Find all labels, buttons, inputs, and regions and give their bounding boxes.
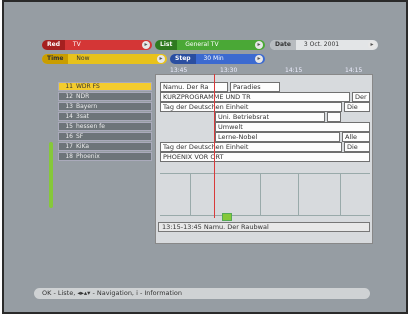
yellow-filter-tag: Time [42,54,69,64]
blue-filter[interactable]: Step 30 Min ▸ [170,54,265,64]
date-filter-tag: Date [270,40,296,50]
channel-number: 12 [65,93,73,100]
red-filter-tag: Red [42,40,65,50]
program-cell[interactable]: Alle [342,132,370,142]
grid-line [298,173,299,215]
program-cell[interactable]: Tag der Deutschen Einheit [160,142,342,152]
program-cell[interactable]: Uni. Betriebsrat [215,112,325,122]
date-filter[interactable]: Date 3 Oct. 2001 ▸ [270,40,378,50]
program-cell[interactable]: Paradies [230,82,280,92]
program-cell[interactable]: Die [344,142,370,152]
channel-name: SF [76,133,84,140]
program-cell[interactable]: Umwelt [215,122,370,132]
time-label: 14:15 [285,67,303,74]
channel-name: 3sat [76,113,89,120]
program-cell[interactable]: Lerne-Nobel [215,132,340,142]
program-cell[interactable] [327,112,341,122]
channel-number: 14 [65,113,73,120]
red-filter[interactable]: Red TV ▸ [42,40,152,50]
channel-name: WDR FS [76,83,100,90]
channel-item[interactable]: 16 SF [58,132,152,141]
tv-frame-bottom [2,312,408,314]
channel-item[interactable]: 18 Phoenix [58,152,152,161]
channel-number: 16 [65,133,73,140]
program-cell[interactable]: Tag der Deutschen Einheit [160,102,342,112]
chevron-icon: ▸ [368,41,376,49]
grid-line [260,173,261,215]
channel-name: hessen fe [76,123,105,130]
channel-number: 13 [65,103,73,110]
channel-item[interactable]: 17 KiKa [58,142,152,151]
time-label: 13:45 [170,67,188,74]
green-filter-tag: List [155,40,178,50]
green-filter[interactable]: List General TV ▸ [155,40,265,50]
chevron-icon: ▸ [255,41,263,49]
channel-number: 11 [65,83,73,90]
program-cell[interactable]: PHOENIX VOR ORT [160,152,370,162]
channel-item[interactable]: 14 3sat [58,112,152,121]
program-cell[interactable]: Der [352,92,370,102]
green-filter-value: General TV [185,41,219,48]
red-filter-value: TV [72,41,81,48]
channel-name: Bayern [76,103,98,110]
channel-name: NDR [76,93,90,100]
program-cell[interactable]: KURZPROGRAMME UND TR [160,92,350,102]
time-label: 14:15 [345,67,363,74]
channel-name: KiKa [76,143,90,150]
program-cell[interactable]: Die [344,102,370,112]
channel-number: 18 [65,153,73,160]
channel-item[interactable]: 11 WDR FS [58,82,152,91]
channel-number: 15 [65,123,73,130]
date-filter-value: 3 Oct. 2001 [303,41,340,48]
grid-line [190,173,191,215]
time-slider-handle[interactable] [222,213,232,221]
channel-item[interactable]: 15 hessen fe [58,122,152,131]
channel-item[interactable]: 12 NDR [58,92,152,101]
yellow-filter-value: Now [76,55,90,62]
key-hint-bar: OK - Liste, ◂▸▴▾ - Navigation, i - Infor… [34,288,370,299]
blue-filter-tag: Step [170,54,196,64]
chevron-icon: ▸ [142,41,150,49]
time-label: 13:30 [220,67,238,74]
channel-name: Phoenix [76,153,100,160]
chevron-icon: ▸ [157,55,165,63]
grid-line [160,215,370,216]
current-time-indicator [214,74,215,218]
channel-item[interactable]: 13 Bayern [58,102,152,111]
grid-line [160,173,370,174]
scrollbar[interactable] [49,142,53,208]
grid-line [340,173,341,215]
yellow-filter[interactable]: Time Now ▸ [42,54,167,64]
chevron-icon: ▸ [255,55,263,63]
channel-number: 17 [65,143,73,150]
blue-filter-value: 30 Min [203,55,224,62]
program-info-bar: 13:15-13:45 Namu. Der Raubwal [158,222,370,232]
program-cell[interactable]: Namu. Der Ra [160,82,228,92]
